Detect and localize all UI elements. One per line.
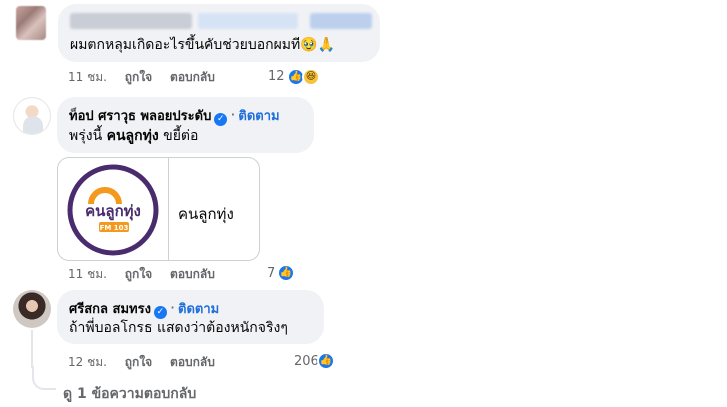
reaction-count[interactable]: 7 (267, 266, 275, 282)
reaction-count[interactable]: 206 (294, 354, 319, 370)
verified-badge-icon: ✓ (214, 113, 228, 126)
comment-time[interactable]: 11 ชม. (68, 70, 107, 84)
logo-text: คนลูกทุ่ง (85, 202, 141, 221)
comment-text: ขยี้ต่อ (158, 128, 199, 144)
avatar[interactable] (13, 97, 51, 135)
link-card-title[interactable]: คนลูกทุ่ง (178, 202, 234, 226)
reply-button[interactable]: ตอบกลับ (170, 267, 215, 281)
comment-bubble: ผมตกหลุมเกิดอะไรขึ้นคับช่วยบอกผมที🥹🙏 (58, 4, 380, 62)
like-reaction-icon: 👍 (277, 264, 295, 282)
like-button[interactable]: ถูกใจ (125, 267, 152, 281)
comment-text: พรุ่งนี้ (69, 128, 107, 144)
view-replies-link[interactable]: ดู 1 ข้อความตอบกลับ (63, 383, 196, 405)
logo-subtext: FM 103 (100, 224, 129, 232)
tagged-page-link[interactable]: คนลูกทุ่ง (107, 128, 159, 144)
follow-button[interactable]: ติดตาม (178, 302, 219, 317)
blurred-author-name (310, 13, 372, 29)
avatar[interactable] (16, 6, 46, 40)
like-button[interactable]: ถูกใจ (125, 355, 152, 369)
follow-button[interactable]: ติดตาม (238, 109, 279, 124)
verified-badge-icon: ✓ (153, 306, 167, 319)
comment-bubble: ท็อป ศราวุธ พลอยประดับ ✓ · ติดตาม พรุ่งนี้ … (57, 97, 314, 153)
comment-text: ถ้าพี่บอลโกรธ แสดงว่าต้องหนักจริงๆ (69, 320, 288, 336)
comment-author[interactable]: ศรีสกล สมทรง (69, 302, 151, 317)
blurred-author-name (70, 13, 192, 29)
link-preview-card[interactable]: คนลูกทุ่ง FM 103 คนลูกทุ่ง (57, 157, 260, 261)
comment-bubble: ศรีสกล สมทรง ✓ · ติดตาม ถ้าพี่บอลโกรธ แสดงว… (57, 290, 324, 344)
comment-time[interactable]: 12 ชม. (68, 355, 107, 369)
reaction-count[interactable]: 12 (268, 69, 285, 85)
reply-button[interactable]: ตอบกลับ (170, 355, 215, 369)
comment-emoji: 🥹🙏 (300, 37, 336, 53)
thread-line (31, 330, 33, 368)
comment-author[interactable]: ท็อป ศราวุธ พลอยประดับ (69, 109, 211, 124)
blurred-author-name (198, 13, 298, 29)
reply-button[interactable]: ตอบกลับ (170, 70, 215, 84)
haha-reaction-icon: 😆 (302, 68, 320, 86)
comment-time[interactable]: 11 ชม. (68, 267, 107, 281)
avatar[interactable] (13, 290, 51, 328)
like-button[interactable]: ถูกใจ (125, 70, 152, 84)
comment-text: ผมตกหลุมเกิดอะไรขึ้นคับช่วยบอกผมที (70, 37, 301, 53)
like-reaction-icon: 👍 (317, 352, 335, 370)
reply-connector (32, 366, 56, 390)
page-logo: คนลูกทุ่ง FM 103 (67, 164, 159, 256)
